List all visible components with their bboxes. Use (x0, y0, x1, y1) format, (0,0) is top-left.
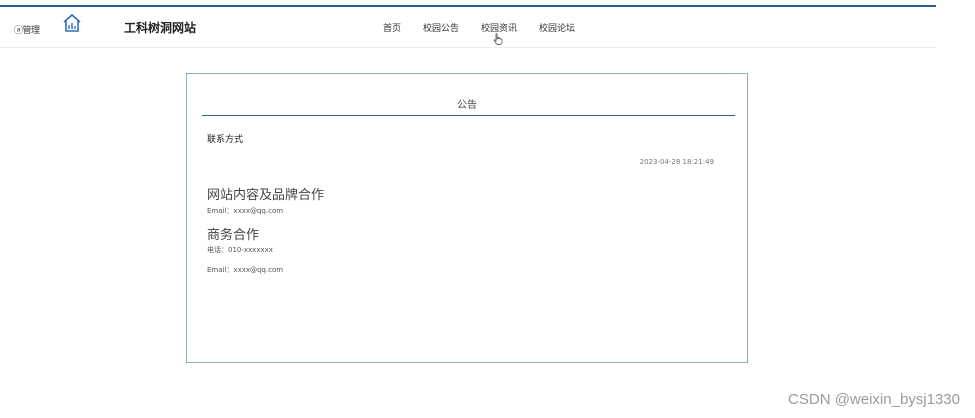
article-title: 联系方式 (207, 135, 244, 145)
watermark: CSDN @weixin_bysj1330 (788, 391, 960, 408)
card-title: 公告 (457, 100, 477, 111)
home-chart-icon[interactable] (62, 13, 82, 33)
nav-item-announcements[interactable]: 校园公告 (423, 21, 459, 34)
nav-item-home[interactable]: 首页 (383, 21, 401, 34)
section-line: Email：xxxx@qq.com (207, 266, 284, 274)
header: ⓐ管理 工科树洞网站 首页 校园公告 校园资讯 校园论坛 (0, 7, 936, 48)
section-heading-business: 商务合作 (207, 228, 260, 243)
section-line: 电话：010-xxxxxxx (207, 246, 273, 254)
section-line: Email：xxxx@qq.com (207, 207, 284, 215)
article-timestamp: 2023-04-28 18:21:49 (639, 158, 714, 166)
page: ⓐ管理 工科树洞网站 首页 校园公告 校园资讯 校园论坛 公告 联系方式 202… (0, 0, 975, 418)
top-nav: 首页 校园公告 校园资讯 校园论坛 (383, 21, 575, 34)
site-title: 工科树洞网站 (124, 21, 197, 35)
left-label[interactable]: ⓐ管理 (14, 23, 40, 36)
announcement-card: 公告 联系方式 2023-04-28 18:21:49 网站内容及品牌合作 Em… (186, 73, 748, 363)
nav-item-forum[interactable]: 校园论坛 (539, 21, 575, 34)
hand-pointer-icon (493, 33, 503, 45)
card-divider (202, 115, 735, 116)
section-heading-brand: 网站内容及品牌合作 (207, 188, 325, 203)
